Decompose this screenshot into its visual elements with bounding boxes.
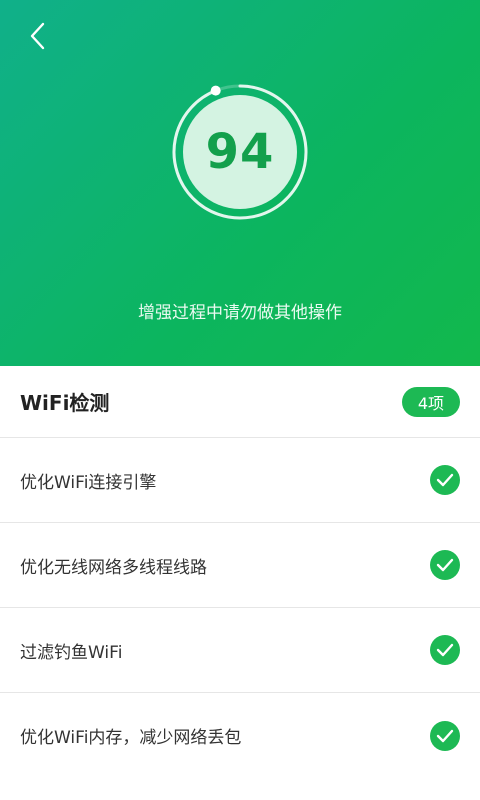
chevron-left-icon (30, 22, 45, 50)
list-item[interactable]: 过滤钓鱼WiFi (0, 608, 480, 693)
item-label: 优化无线网络多线程线路 (20, 557, 207, 578)
score-gauge: 94 (168, 80, 312, 224)
item-label: 优化WiFi内存，减少网络丢包 (20, 728, 242, 748)
check-list: 优化WiFi连接引擎 优化无线网络多线程线路 过滤钓鱼WiFi 优化WiFi内存… (0, 438, 480, 778)
section-title: WiFi检测 (20, 391, 110, 415)
hero-panel: 94 增强过程中请勿做其他操作 (0, 0, 480, 366)
score-circle: 94 (183, 95, 297, 209)
score-value: 94 (205, 124, 275, 180)
item-label: 优化WiFi连接引擎 (20, 472, 157, 493)
count-badge: 4项 (401, 386, 460, 417)
hint-text: 增强过程中请勿做其他操作 (138, 303, 342, 323)
check-circle-icon (430, 465, 460, 495)
section-header: WiFi检测 4项 (0, 366, 480, 438)
check-circle-icon (430, 720, 460, 751)
gauge-progress-dot (210, 85, 221, 96)
list-item[interactable]: 优化WiFi连接引擎 (0, 438, 480, 523)
item-label: 过滤钓鱼WiFi (20, 642, 123, 663)
back-button[interactable] (18, 16, 58, 56)
list-item[interactable]: 优化WiFi内存，减少网络丢包 (0, 693, 480, 778)
check-circle-icon (430, 550, 460, 580)
list-item[interactable]: 优化无线网络多线程线路 (0, 523, 480, 608)
check-circle-icon (430, 635, 460, 665)
